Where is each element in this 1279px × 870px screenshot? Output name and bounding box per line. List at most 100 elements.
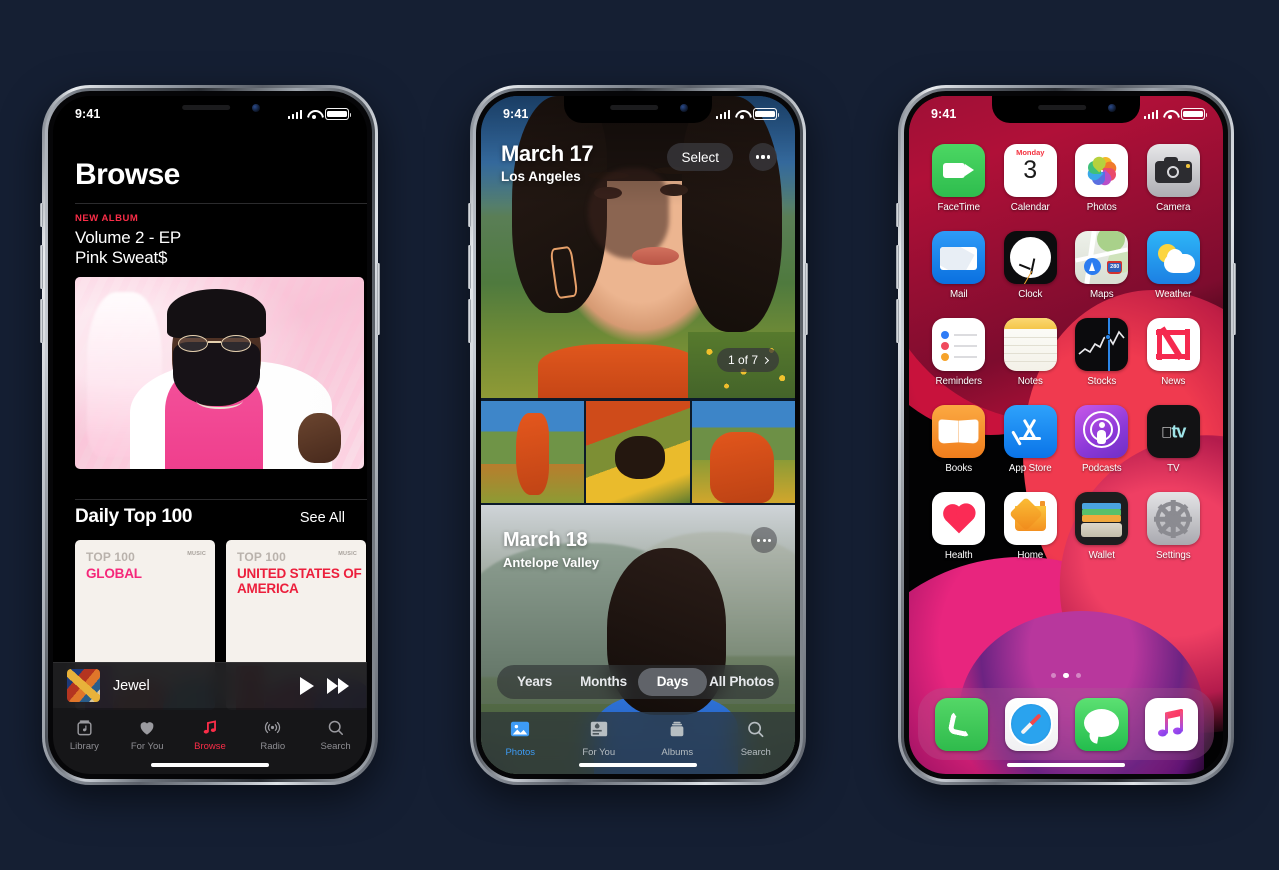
page-dot[interactable] [1075,672,1082,678]
play-icon[interactable] [300,676,314,695]
segment-years[interactable]: Years [500,668,569,696]
power-button[interactable] [805,263,808,335]
messages-icon[interactable] [1074,697,1128,751]
app-books[interactable]: Books [923,405,995,474]
phone-icon[interactable] [934,697,988,751]
home-indicator[interactable] [151,762,269,767]
app-camera[interactable]: Camera [1138,144,1210,213]
app-calendar[interactable]: Monday 3 Calendar [995,144,1067,213]
status-indicators [287,108,352,120]
app-mail[interactable]: Mail [923,231,995,300]
app-maps[interactable]: 280 Maps [1066,231,1138,300]
silent-switch[interactable] [468,203,471,227]
volume-down-button[interactable] [40,299,43,343]
tab-radio[interactable]: Radio [241,716,304,752]
camera-icon[interactable] [1146,144,1200,197]
volume-down-button[interactable] [896,299,899,343]
mini-player[interactable]: Jewel [53,662,367,708]
tab-library[interactable]: Library [53,716,116,752]
volume-up-button[interactable] [896,245,899,289]
photo-counter[interactable]: 1 of 7 [716,348,779,372]
photo-thumbnail[interactable] [691,401,795,503]
app-settings[interactable]: Settings [1138,492,1210,561]
album-artwork[interactable] [75,277,364,469]
tab-photos[interactable]: Photos [481,719,560,758]
time-scale-segmented-control[interactable]: Years Months Days All Photos [497,665,779,699]
maps-icon[interactable]: 280 [1075,231,1129,284]
notes-icon[interactable] [1003,318,1057,371]
app-notes[interactable]: Notes [995,318,1067,387]
battery-icon [1181,108,1208,120]
app-stocks[interactable]: Stocks [1066,318,1138,387]
featured-albums-carousel[interactable]: NEW ALBUM Volume 2 - EP Pink Sweat$ N [53,213,367,469]
album-card[interactable]: NEW ALBUM Volume 2 - EP Pink Sweat$ [75,213,364,469]
silent-switch[interactable] [896,203,899,227]
segment-all-photos[interactable]: All Photos [707,668,776,696]
segment-months[interactable]: Months [569,668,638,696]
health-icon[interactable] [932,492,986,545]
photos-icon[interactable] [1075,144,1129,197]
weather-icon[interactable] [1146,231,1200,284]
select-button[interactable]: Select [667,143,733,171]
tab-browse[interactable]: Browse [179,716,242,752]
dock-app-music[interactable] [1144,697,1198,751]
page-dot[interactable] [1050,672,1057,678]
podcasts-icon[interactable] [1075,405,1129,458]
tab-for-you[interactable]: For You [560,719,639,758]
home-indicator[interactable] [1007,762,1125,767]
app-news[interactable]: News [1138,318,1210,387]
app-home[interactable]: Home [995,492,1067,561]
news-icon[interactable] [1146,318,1200,371]
app-weather[interactable]: Weather [1138,231,1210,300]
music-icon[interactable] [1144,697,1198,751]
power-button[interactable] [1233,263,1236,335]
dock-app-safari[interactable] [1004,697,1058,751]
app-clock[interactable]: Clock [995,231,1067,300]
page-indicator-dots[interactable] [909,672,1223,678]
wallet-icon[interactable] [1075,492,1129,545]
settings-icon[interactable] [1146,492,1200,545]
photo-thumbnail[interactable] [586,401,690,503]
volume-up-button[interactable] [40,245,43,289]
tab-for-you[interactable]: For You [116,716,179,752]
app-photos[interactable]: Photos [1066,144,1138,213]
photo-thumbnail[interactable] [481,401,585,503]
app-facetime[interactable]: FaceTime [923,144,995,213]
segment-days[interactable]: Days [638,668,707,696]
app-tv[interactable]: tv TV [1138,405,1210,474]
see-all-link[interactable]: See All [300,510,345,526]
tv-icon[interactable]: tv [1146,405,1200,458]
home-indicator[interactable] [579,762,697,767]
mail-icon[interactable] [932,231,986,284]
app-app-store[interactable]: App Store [995,405,1067,474]
tab-search[interactable]: Search [304,716,367,752]
stocks-icon[interactable] [1075,318,1129,371]
volume-down-button[interactable] [468,299,471,343]
app-store-icon[interactable] [1003,405,1057,458]
app-reminders[interactable]: Reminders [923,318,995,387]
books-icon[interactable] [932,405,986,458]
app-wallet[interactable]: Wallet [1066,492,1138,561]
volume-up-button[interactable] [468,245,471,289]
ellipsis-icon[interactable] [749,143,777,171]
tab-albums[interactable]: Albums [638,719,717,758]
playlist-card-top-label: TOP 100 [86,550,135,564]
home-icon[interactable] [1003,492,1057,545]
facetime-icon[interactable] [932,144,986,197]
album-kicker: NEW ALBUM [75,213,139,224]
app-podcasts[interactable]: Podcasts [1066,405,1138,474]
ellipsis-icon[interactable] [751,527,777,553]
clock-icon[interactable] [1003,231,1057,284]
page-dot-active[interactable] [1063,672,1069,678]
reminders-icon[interactable] [932,318,986,371]
photo-thumbnail-strip[interactable] [481,401,795,503]
calendar-icon[interactable]: Monday 3 [1003,144,1057,197]
silent-switch[interactable] [40,203,43,227]
tab-search[interactable]: Search [717,719,796,758]
dock-app-messages[interactable] [1074,697,1128,751]
dock-app-phone[interactable] [934,697,988,751]
fast-forward-icon[interactable] [327,677,349,694]
safari-icon[interactable] [1004,697,1058,751]
app-health[interactable]: Health [923,492,995,561]
power-button[interactable] [377,263,380,335]
